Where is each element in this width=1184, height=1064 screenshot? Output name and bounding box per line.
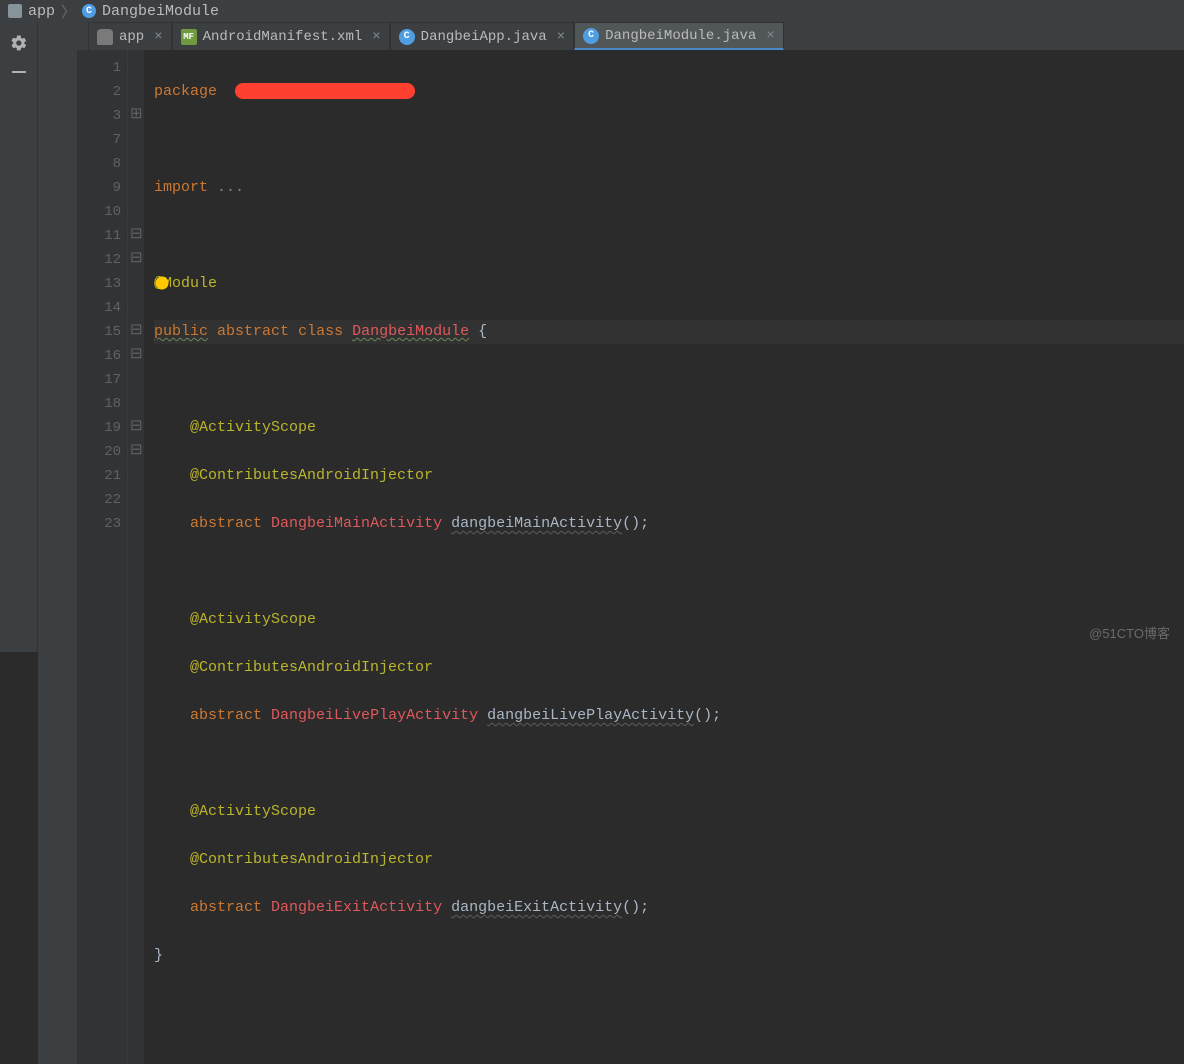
line-gutter[interactable]: 1 2 3 7 8 9 10 11 12 13 14 15 16 17 18 1… [78, 50, 128, 1064]
close-icon[interactable]: × [557, 29, 565, 45]
class-icon: C [583, 28, 599, 44]
code-line [154, 128, 1184, 152]
manifest-icon: MF [181, 29, 197, 45]
intention-bulb-icon[interactable] [154, 275, 170, 291]
code-line: abstract DangbeiExitActivity dangbeiExit… [154, 896, 1184, 920]
code-line: abstract DangbeiLivePlayActivity dangbei… [154, 704, 1184, 728]
code-line: @ActivityScope [154, 800, 1184, 824]
tab-dangbeiapp[interactable]: C DangbeiApp.java × [390, 22, 574, 50]
fold-collapse-icon[interactable]: ⊟ [130, 440, 140, 450]
code-line: abstract DangbeiMainActivity dangbeiMain… [154, 512, 1184, 536]
line-number: 22 [78, 488, 121, 512]
tab-app[interactable]: app × [88, 22, 172, 50]
code-line: } [154, 944, 1184, 968]
tool-sidebar [0, 22, 38, 652]
line-number: 3 [78, 104, 121, 128]
line-number: 12 [78, 248, 121, 272]
fold-collapse-icon[interactable]: ⊟ [130, 320, 140, 330]
fold-collapse-icon[interactable]: ⊟ [130, 224, 140, 234]
line-number: 9 [78, 176, 121, 200]
tab-label: DangbeiModule.java [605, 28, 756, 44]
line-number: 20 [78, 440, 121, 464]
gear-icon[interactable] [10, 34, 28, 57]
class-icon: C [82, 4, 96, 18]
redacted-text [235, 83, 415, 99]
close-icon[interactable]: × [154, 29, 162, 45]
code-line [154, 560, 1184, 584]
margin-column [38, 50, 78, 1064]
folder-icon [8, 4, 22, 18]
code-line [154, 992, 1184, 1016]
code-line: @ActivityScope [154, 608, 1184, 632]
minimize-icon[interactable] [12, 71, 26, 73]
line-number: 23 [78, 512, 121, 536]
line-number: 15 [78, 320, 121, 344]
line-number: 1 [78, 56, 121, 80]
line-number: 18 [78, 392, 121, 416]
fold-collapse-icon[interactable]: ⊟ [130, 344, 140, 354]
code-line: @Module [154, 272, 1184, 296]
breadcrumb-folder[interactable]: app [28, 3, 55, 20]
line-number: 13 [78, 272, 121, 296]
tab-dangbeimodule[interactable]: C DangbeiModule.java × [574, 22, 784, 50]
line-number: 19 [78, 416, 121, 440]
code-line: @ContributesAndroidInjector [154, 656, 1184, 680]
tab-label: DangbeiApp.java [421, 29, 547, 45]
line-number: 14 [78, 296, 121, 320]
line-number: 2 [78, 80, 121, 104]
watermark: @51CTO博客 [1089, 623, 1170, 642]
breadcrumb-file[interactable]: DangbeiModule [102, 3, 219, 20]
tab-manifest[interactable]: MF AndroidManifest.xml × [172, 22, 390, 50]
line-number: 10 [78, 200, 121, 224]
code-line [154, 368, 1184, 392]
code-line [154, 752, 1184, 776]
breadcrumb: app 〉 C DangbeiModule [0, 0, 1184, 22]
gradle-icon [97, 29, 113, 45]
code-line: @ContributesAndroidInjector [154, 464, 1184, 488]
code-line: import ... [154, 176, 1184, 200]
close-icon[interactable]: × [766, 28, 774, 44]
fold-expand-icon[interactable]: ⊞ [130, 104, 140, 114]
editor-tabs: app × MF AndroidManifest.xml × C Dangbei… [38, 22, 1184, 50]
line-number: 17 [78, 368, 121, 392]
line-number: 21 [78, 464, 121, 488]
code-line: package [154, 80, 1184, 104]
code-line [154, 224, 1184, 248]
code-line: public abstract class DangbeiModule { [154, 320, 1184, 344]
code-line: @ActivityScope [154, 416, 1184, 440]
tab-label: AndroidManifest.xml [203, 29, 363, 45]
fold-column: ⊞ ⊟ ⊟ ⊟ ⊟ ⊟ ⊟ [128, 50, 144, 1064]
code-line: @ContributesAndroidInjector [154, 848, 1184, 872]
line-number: 8 [78, 152, 121, 176]
line-number: 11 [78, 224, 121, 248]
tab-label: app [119, 29, 144, 45]
code-area[interactable]: package import ... @Module public abstra… [144, 50, 1184, 1064]
editor-body: 1 2 3 7 8 9 10 11 12 13 14 15 16 17 18 1… [38, 50, 1184, 1064]
chevron-right-icon: 〉 [61, 1, 76, 22]
line-number: 7 [78, 128, 121, 152]
close-icon[interactable]: × [372, 29, 380, 45]
line-number: 16 [78, 344, 121, 368]
fold-collapse-icon[interactable]: ⊟ [130, 416, 140, 426]
class-icon: C [399, 29, 415, 45]
fold-collapse-icon[interactable]: ⊟ [130, 248, 140, 258]
